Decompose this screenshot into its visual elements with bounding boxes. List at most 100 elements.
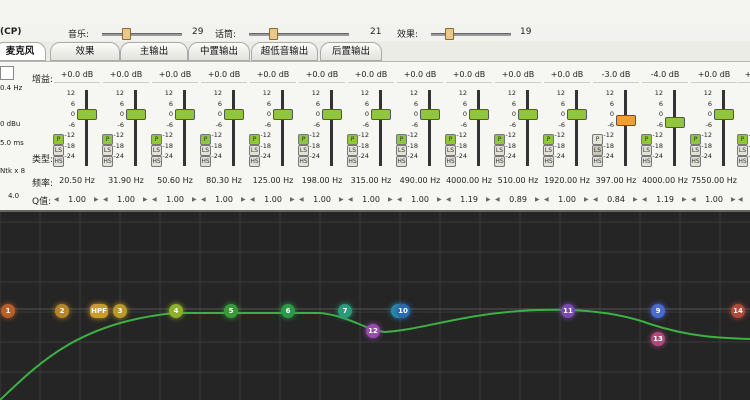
band-freq-value[interactable]: 1920.00 Hz xyxy=(544,176,590,185)
eq-response-graph[interactable]: 12HPF34567810121191314 xyxy=(0,212,750,400)
band-gain-value[interactable]: +0.0 dB xyxy=(201,70,247,79)
band-type-button[interactable]: P xyxy=(53,134,64,145)
q-decrease-arrow-icon[interactable]: ◀ xyxy=(250,196,255,203)
q-increase-arrow-icon[interactable]: ▶ xyxy=(633,196,638,203)
eq-node-9[interactable]: 9 xyxy=(651,304,665,318)
band-q-value[interactable]: 1.00 xyxy=(405,195,435,204)
q-decrease-arrow-icon[interactable]: ◀ xyxy=(738,196,743,203)
q-decrease-arrow-icon[interactable]: ◀ xyxy=(544,196,549,203)
band-type-button[interactable]: LS xyxy=(543,145,554,156)
q-increase-arrow-icon[interactable]: ▶ xyxy=(731,196,736,203)
q-increase-arrow-icon[interactable]: ▶ xyxy=(241,196,246,203)
band-type-button[interactable]: HS xyxy=(347,156,358,167)
eq-node-10[interactable]: 10 xyxy=(396,304,410,318)
band-type-button[interactable]: LS xyxy=(151,145,162,156)
band-type-button[interactable]: LS xyxy=(641,145,652,156)
q-decrease-arrow-icon[interactable]: ◀ xyxy=(593,196,598,203)
band-gain-thumb[interactable] xyxy=(322,109,342,121)
band-type-button[interactable]: HS xyxy=(445,156,456,167)
band-gain-value[interactable]: +0.0 dB xyxy=(738,70,750,79)
band-gain-thumb[interactable] xyxy=(175,109,195,121)
band-type-button[interactable]: HS xyxy=(53,156,64,167)
band-gain-track[interactable] xyxy=(183,90,186,166)
band-gain-track[interactable] xyxy=(428,90,431,166)
band-q-value[interactable]: 1.00 xyxy=(307,195,337,204)
band-gain-thumb[interactable] xyxy=(224,109,244,121)
tab-effect[interactable]: 效果 xyxy=(50,42,120,61)
eq-node-13[interactable]: 13 xyxy=(651,332,665,346)
band-type-button[interactable]: P xyxy=(298,134,309,145)
band-type-button[interactable]: LS xyxy=(592,145,603,156)
band-type-button[interactable]: LS xyxy=(347,145,358,156)
band-q-value[interactable]: 0.89 xyxy=(503,195,533,204)
band-q-value[interactable]: 1.19 xyxy=(454,195,484,204)
band-gain-thumb[interactable] xyxy=(420,109,440,121)
tab-center-output[interactable]: 中置输出 xyxy=(188,42,250,61)
band-type-button[interactable]: P xyxy=(592,134,603,145)
tab-subwoofer-output[interactable]: 超低音输出 xyxy=(251,42,318,61)
band-gain-thumb[interactable] xyxy=(273,109,293,121)
band-type-button[interactable]: HS xyxy=(592,156,603,167)
eq-node-2[interactable]: 2 xyxy=(55,304,69,318)
effect-slider-thumb[interactable] xyxy=(444,28,454,40)
music-slider-track[interactable] xyxy=(102,33,182,36)
band-type-button[interactable]: P xyxy=(494,134,505,145)
eq-node-14[interactable]: 14 xyxy=(731,304,745,318)
band-gain-track[interactable] xyxy=(477,90,480,166)
band-freq-value[interactable]: 198.00 Hz xyxy=(299,176,345,185)
band-type-button[interactable]: HS xyxy=(641,156,652,167)
band-type-button[interactable]: LS xyxy=(690,145,701,156)
band-gain-value[interactable]: +0.0 dB xyxy=(544,70,590,79)
band-gain-thumb[interactable] xyxy=(567,109,587,121)
band-type-button[interactable]: LS xyxy=(200,145,211,156)
band-gain-track[interactable] xyxy=(526,90,529,166)
band-type-button[interactable]: P xyxy=(396,134,407,145)
band-type-button[interactable]: P xyxy=(690,134,701,145)
band-q-value[interactable]: 1.00 xyxy=(160,195,190,204)
eq-node-hpf[interactable]: HPF xyxy=(90,304,108,318)
mic-slider-thumb[interactable] xyxy=(269,28,278,40)
band-type-button[interactable]: HS xyxy=(494,156,505,167)
q-decrease-arrow-icon[interactable]: ◀ xyxy=(152,196,157,203)
effect-slider-track[interactable] xyxy=(431,33,511,36)
band-freq-value[interactable]: 80.30 Hz xyxy=(201,176,247,185)
input-select-box[interactable] xyxy=(0,66,14,80)
q-increase-arrow-icon[interactable]: ▶ xyxy=(486,196,491,203)
band-gain-track[interactable] xyxy=(232,90,235,166)
band-type-button[interactable]: HS xyxy=(737,156,748,167)
band-gain-value[interactable]: +0.0 dB xyxy=(152,70,198,79)
tab-main-output[interactable]: 主输出 xyxy=(120,42,188,61)
band-freq-value[interactable]: 125.00 Hz xyxy=(250,176,296,185)
q-increase-arrow-icon[interactable]: ▶ xyxy=(94,196,99,203)
band-freq-value[interactable]: 31.90 Hz xyxy=(103,176,149,185)
band-gain-thumb[interactable] xyxy=(469,109,489,121)
band-q-value[interactable]: 1.19 xyxy=(650,195,680,204)
band-type-button[interactable]: HS xyxy=(543,156,554,167)
band-type-button[interactable]: LS xyxy=(53,145,64,156)
q-decrease-arrow-icon[interactable]: ◀ xyxy=(397,196,402,203)
band-type-button[interactable]: P xyxy=(151,134,162,145)
band-type-button[interactable]: LS xyxy=(396,145,407,156)
band-gain-track[interactable] xyxy=(134,90,137,166)
band-gain-track[interactable] xyxy=(722,90,725,166)
q-increase-arrow-icon[interactable]: ▶ xyxy=(339,196,344,203)
band-q-value[interactable]: 1.00 xyxy=(111,195,141,204)
band-gain-track[interactable] xyxy=(379,90,382,166)
eq-node-7[interactable]: 7 xyxy=(338,304,352,318)
band-type-button[interactable]: LS xyxy=(737,145,748,156)
band-type-button[interactable]: P xyxy=(200,134,211,145)
band-type-button[interactable]: HS xyxy=(200,156,211,167)
band-q-value[interactable]: 1.00 xyxy=(62,195,92,204)
q-decrease-arrow-icon[interactable]: ◀ xyxy=(54,196,59,203)
eq-node-11[interactable]: 11 xyxy=(561,304,575,318)
band-type-button[interactable]: LS xyxy=(494,145,505,156)
band-gain-value[interactable]: +0.0 dB xyxy=(397,70,443,79)
band-gain-thumb[interactable] xyxy=(518,109,538,121)
band-freq-value[interactable]: 397.00 Hz xyxy=(593,176,639,185)
band-type-button[interactable]: HS xyxy=(690,156,701,167)
band-gain-value[interactable]: +0.0 dB xyxy=(691,70,737,79)
band-gain-track[interactable] xyxy=(281,90,284,166)
q-decrease-arrow-icon[interactable]: ◀ xyxy=(201,196,206,203)
band-gain-thumb[interactable] xyxy=(77,109,97,121)
band-freq-value[interactable]: 50.60 Hz xyxy=(152,176,198,185)
